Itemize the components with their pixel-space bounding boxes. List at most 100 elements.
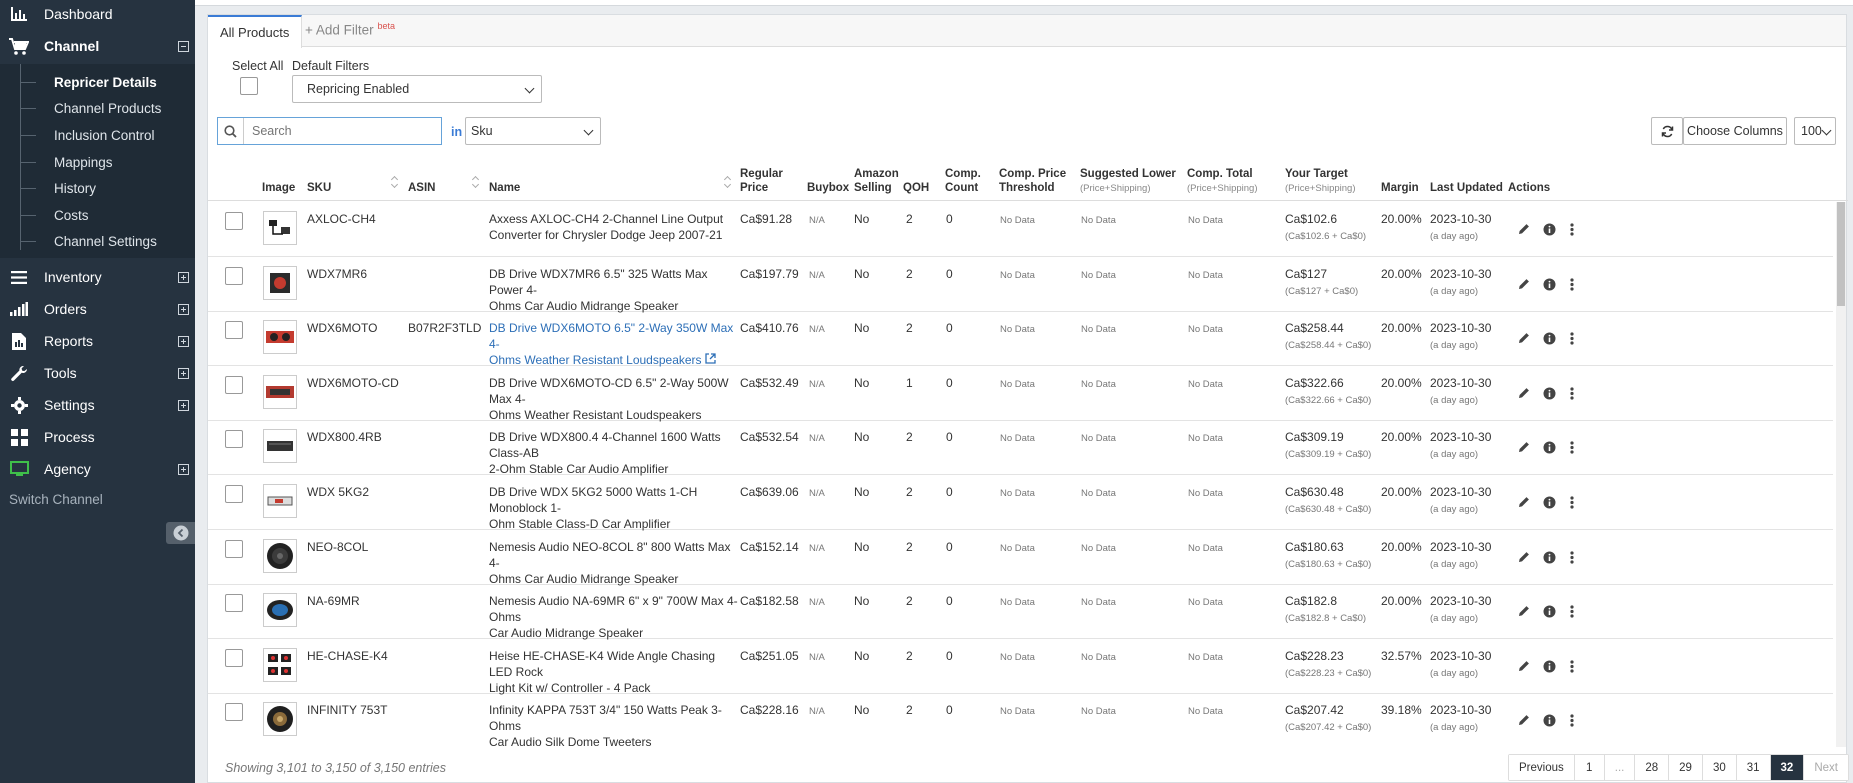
col-sku[interactable]: SKU: [307, 181, 331, 195]
row-checkbox[interactable]: [225, 267, 243, 285]
nav-agency[interactable]: Agency: [0, 455, 195, 483]
edit-icon[interactable]: [1517, 604, 1531, 618]
table-row[interactable]: WDX6MOTO B07R2F3TLD DB Drive WDX6MOTO 6.…: [208, 311, 1833, 368]
expand-icon[interactable]: [178, 335, 189, 347]
expand-icon[interactable]: [178, 399, 189, 411]
info-icon[interactable]: [1542, 386, 1556, 400]
row-checkbox[interactable]: [225, 212, 243, 230]
row-checkbox[interactable]: [225, 321, 243, 339]
more-vertical-icon[interactable]: [1565, 277, 1579, 291]
table-row[interactable]: HE-CHASE-K4 Heise HE-CHASE-K4 Wide Angle…: [208, 639, 1833, 695]
sidebar-collapse-button[interactable]: [166, 522, 195, 544]
nav-orders[interactable]: Orders: [0, 295, 195, 323]
nav-settings[interactable]: Settings: [0, 391, 195, 419]
info-icon[interactable]: [1542, 604, 1556, 618]
more-vertical-icon[interactable]: [1565, 331, 1579, 345]
edit-icon[interactable]: [1517, 386, 1531, 400]
tab-all-products[interactable]: All Products: [208, 15, 303, 48]
expand-icon[interactable]: [178, 303, 189, 315]
scrollbar-thumb[interactable]: [1837, 202, 1845, 306]
pagination-page-32[interactable]: 32: [1770, 755, 1805, 780]
add-filter-tab[interactable]: + Add Filter beta: [305, 21, 395, 38]
pagination-page-1[interactable]: 1: [1574, 755, 1605, 780]
edit-icon[interactable]: [1517, 495, 1531, 509]
row-checkbox[interactable]: [225, 594, 243, 612]
sort-icon[interactable]: [724, 177, 732, 187]
row-checkbox[interactable]: [225, 649, 243, 667]
more-vertical-icon[interactable]: [1565, 604, 1579, 618]
nav-dashboard[interactable]: Dashboard: [0, 0, 195, 28]
nav-reports[interactable]: Reports: [0, 327, 195, 355]
more-vertical-icon[interactable]: [1565, 440, 1579, 454]
table-row[interactable]: AXLOC-CH4 Axxess AXLOC-CH4 2-Channel Lin…: [208, 202, 1833, 257]
expand-icon[interactable]: [178, 271, 189, 283]
choose-columns-button[interactable]: Choose Columns: [1683, 117, 1787, 145]
edit-icon[interactable]: [1517, 331, 1531, 345]
row-asin[interactable]: B07R2F3TLD: [408, 320, 481, 336]
more-vertical-icon[interactable]: [1565, 659, 1579, 673]
more-vertical-icon[interactable]: [1565, 713, 1579, 727]
more-vertical-icon[interactable]: [1565, 386, 1579, 400]
table-scrollbar[interactable]: [1836, 202, 1846, 747]
edit-icon[interactable]: [1517, 659, 1531, 673]
row-checkbox[interactable]: [225, 540, 243, 558]
more-vertical-icon[interactable]: [1565, 495, 1579, 509]
col-asin[interactable]: ASIN: [408, 181, 435, 195]
pagination-page-28[interactable]: 28: [1635, 755, 1670, 780]
col-name[interactable]: Name: [489, 181, 520, 195]
edit-icon[interactable]: [1517, 550, 1531, 564]
table-row[interactable]: WDX6MOTO-CD DB Drive WDX6MOTO-CD 6.5" 2-…: [208, 366, 1833, 422]
select-all-checkbox[interactable]: [240, 77, 258, 95]
info-icon[interactable]: [1542, 331, 1556, 345]
submenu-costs[interactable]: Costs: [0, 203, 195, 227]
refresh-button[interactable]: [1651, 117, 1683, 145]
pagination-page-29[interactable]: 29: [1669, 755, 1703, 780]
more-vertical-icon[interactable]: [1565, 550, 1579, 564]
pagination-next[interactable]: Next: [1804, 755, 1848, 780]
info-icon[interactable]: [1542, 659, 1556, 673]
nav-process[interactable]: Process: [0, 423, 195, 451]
edit-icon[interactable]: [1517, 440, 1531, 454]
row-checkbox[interactable]: [225, 430, 243, 448]
page-size-select[interactable]: 100: [1794, 117, 1836, 145]
table-row[interactable]: NEO-8COL Nemesis Audio NEO-8COL 8" 800 W…: [208, 530, 1833, 586]
nav-inventory[interactable]: Inventory: [0, 263, 195, 291]
expand-icon[interactable]: [178, 463, 189, 475]
more-vertical-icon[interactable]: [1565, 222, 1579, 236]
external-link-icon[interactable]: [705, 353, 716, 364]
pagination-page-31[interactable]: 31: [1736, 755, 1771, 780]
row-checkbox[interactable]: [225, 703, 243, 721]
collapse-icon[interactable]: [178, 40, 189, 52]
table-row[interactable]: WDX800.4RB DB Drive WDX800.4 4-Channel 1…: [208, 420, 1833, 476]
nav-channel[interactable]: Channel: [0, 32, 195, 60]
sort-icon[interactable]: [391, 177, 399, 187]
submenu-channel-products[interactable]: Channel Products: [0, 96, 195, 120]
pagination-page-30[interactable]: 30: [1702, 755, 1737, 780]
switch-channel-link[interactable]: Switch Channel: [9, 492, 103, 507]
sort-icon[interactable]: [472, 177, 480, 187]
info-icon[interactable]: [1542, 277, 1556, 291]
info-icon[interactable]: [1542, 495, 1556, 509]
info-icon[interactable]: [1542, 440, 1556, 454]
submenu-history[interactable]: History: [0, 176, 195, 200]
row-checkbox[interactable]: [225, 376, 243, 394]
submenu-repricer-details[interactable]: Repricer Details: [0, 70, 195, 94]
row-product-name[interactable]: DB Drive WDX6MOTO 6.5" 2-Way 350W Max 4-…: [489, 320, 739, 368]
table-row[interactable]: INFINITY 753T Infinity KAPPA 753T 3/4" 1…: [208, 693, 1833, 747]
info-icon[interactable]: [1542, 713, 1556, 727]
search-input[interactable]: [244, 119, 441, 143]
submenu-inclusion-control[interactable]: Inclusion Control: [0, 123, 195, 147]
edit-icon[interactable]: [1517, 713, 1531, 727]
table-row[interactable]: WDX 5KG2 DB Drive WDX 5KG2 5000 Watts 1-…: [208, 475, 1833, 531]
info-icon[interactable]: [1542, 222, 1556, 236]
search-field-select[interactable]: Sku: [465, 117, 601, 145]
info-icon[interactable]: [1542, 550, 1556, 564]
table-row[interactable]: WDX7MR6 DB Drive WDX7MR6 6.5" 325 Watts …: [208, 257, 1833, 313]
submenu-mappings[interactable]: Mappings: [0, 150, 195, 174]
row-checkbox[interactable]: [225, 485, 243, 503]
expand-icon[interactable]: [178, 367, 189, 379]
default-filter-select[interactable]: Repricing Enabled: [292, 75, 542, 103]
submenu-channel-settings[interactable]: Channel Settings: [0, 229, 195, 253]
edit-icon[interactable]: [1517, 277, 1531, 291]
pagination-previous[interactable]: Previous: [1509, 755, 1575, 780]
